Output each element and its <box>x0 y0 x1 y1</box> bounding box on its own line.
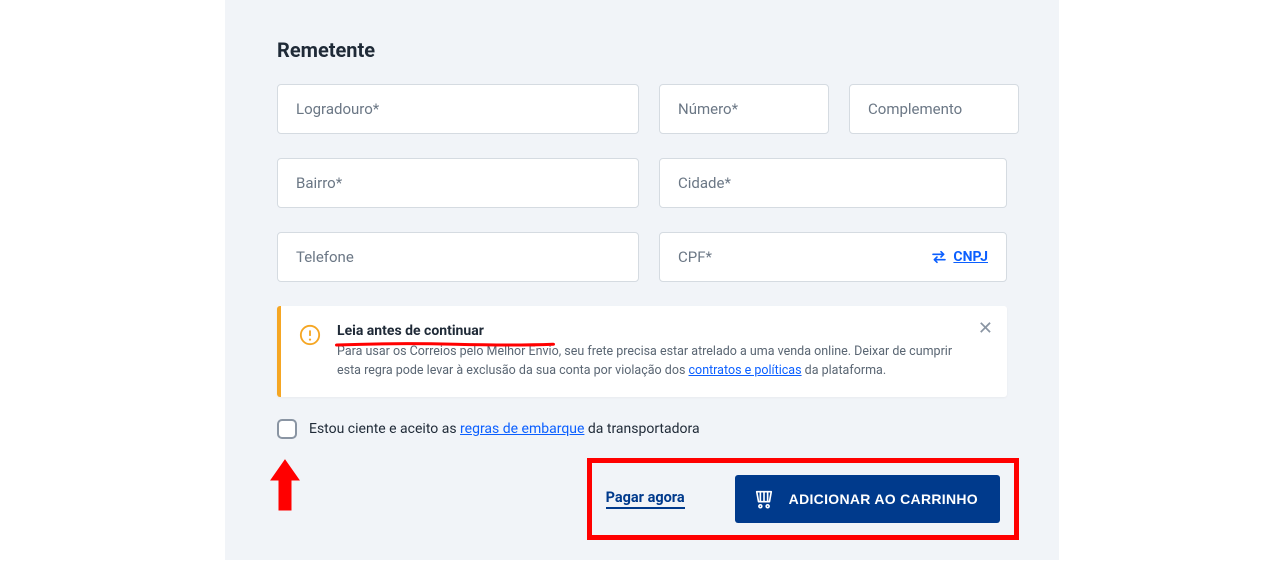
bairro-input[interactable]: Bairro* <box>277 158 639 208</box>
alert-text: Para usar os Correios pelo Melhor Envio,… <box>337 343 967 381</box>
sender-form-panel: Remetente Logradouro* Número* Complement… <box>225 0 1059 560</box>
row-2: Bairro* Cidade* <box>277 158 1007 208</box>
placeholder: Número* <box>678 100 810 118</box>
complemento-input[interactable]: Complemento <box>849 84 1019 134</box>
switch-to-cnpj[interactable]: CNPJ <box>931 249 988 265</box>
consent-text: Estou ciente e aceito as regras de embar… <box>309 421 700 437</box>
annotation-highlight-box: Pagar agora ADICIONAR AO CARRINHO <box>587 458 1019 540</box>
cidade-input[interactable]: Cidade* <box>659 158 1007 208</box>
warning-icon <box>299 324 321 350</box>
pay-now-link[interactable]: Pagar agora <box>606 489 685 509</box>
placeholder: Complemento <box>868 100 1000 118</box>
placeholder: Logradouro* <box>296 100 620 118</box>
alert-text-after: da plataforma. <box>802 363 887 378</box>
warning-alert: Leia antes de continuar Para usar os Cor… <box>277 306 1007 397</box>
swap-label: CNPJ <box>953 249 988 265</box>
shipping-rules-link[interactable]: regras de embarque <box>460 421 584 437</box>
cart-icon <box>753 489 775 509</box>
contracts-link[interactable]: contratos e políticas <box>689 363 802 378</box>
swap-icon <box>931 250 947 264</box>
cpf-input[interactable]: CPF* CNPJ <box>659 232 1007 282</box>
logradouro-input[interactable]: Logradouro* <box>277 84 639 134</box>
row-1: Logradouro* Número* Complemento <box>277 84 1007 134</box>
consent-row: Estou ciente e aceito as regras de embar… <box>277 419 1007 439</box>
add-to-cart-button[interactable]: ADICIONAR AO CARRINHO <box>735 475 1000 523</box>
actions: Pagar agora ADICIONAR AO CARRINHO <box>587 458 1019 540</box>
consent-checkbox[interactable] <box>277 419 297 439</box>
placeholder: Cidade* <box>678 174 988 192</box>
alert-title: Leia antes de continuar <box>337 323 484 339</box>
placeholder: Bairro* <box>296 174 620 192</box>
placeholder: CPF* <box>678 248 931 266</box>
close-icon[interactable]: ✕ <box>978 320 993 338</box>
placeholder: Telefone <box>296 248 620 266</box>
section-title: Remetente <box>277 38 1007 62</box>
consent-after: da transportadora <box>584 421 699 437</box>
row-3: Telefone CPF* CNPJ <box>277 232 1007 282</box>
add-to-cart-label: ADICIONAR AO CARRINHO <box>789 491 978 507</box>
consent-before: Estou ciente e aceito as <box>309 421 460 437</box>
annotation-arrow-up-icon <box>269 458 301 514</box>
numero-input[interactable]: Número* <box>659 84 829 134</box>
telefone-input[interactable]: Telefone <box>277 232 639 282</box>
